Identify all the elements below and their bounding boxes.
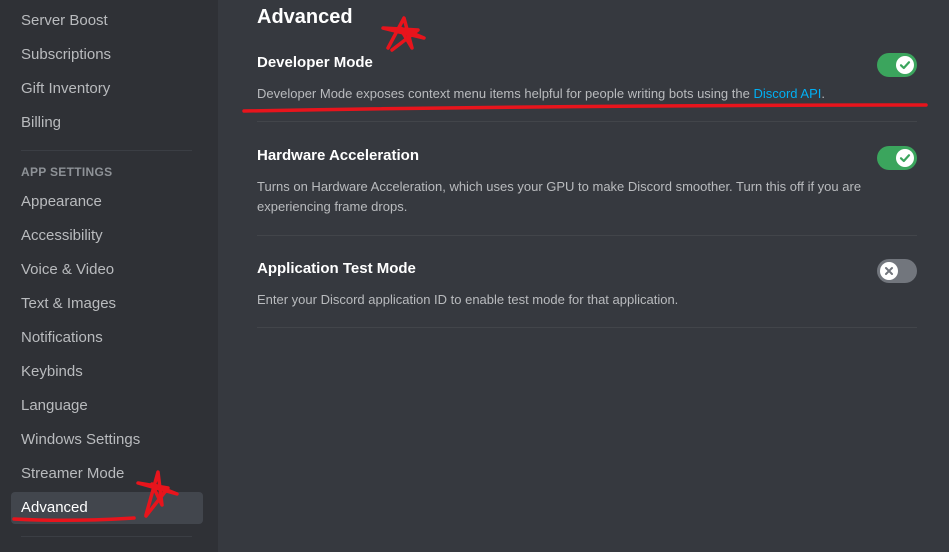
setting-divider bbox=[257, 327, 917, 328]
page-title: Advanced bbox=[257, 6, 353, 28]
discord-api-link[interactable]: Discord API bbox=[753, 86, 821, 101]
toggle-knob bbox=[896, 56, 914, 74]
close-icon bbox=[885, 267, 893, 275]
sidebar-item-server-boost[interactable]: Server Boost bbox=[11, 5, 203, 37]
developer-mode-toggle[interactable] bbox=[877, 53, 917, 77]
sidebar-item-notifications[interactable]: Notifications bbox=[11, 322, 203, 354]
sidebar-item-billing[interactable]: Billing bbox=[11, 107, 203, 139]
sidebar-section-header: APP SETTINGS bbox=[21, 165, 113, 179]
hardware-acceleration-toggle[interactable] bbox=[877, 146, 917, 170]
description-text: Developer Mode exposes context menu item… bbox=[257, 86, 754, 101]
setting-description: Turns on Hardware Acceleration, which us… bbox=[257, 179, 862, 214]
settings-sidebar: Server Boost Subscriptions Gift Inventor… bbox=[0, 0, 218, 552]
setting-description: Developer Mode exposes context menu item… bbox=[257, 84, 877, 104]
setting-title: Developer Mode bbox=[257, 54, 373, 71]
setting-divider bbox=[257, 121, 917, 122]
sidebar-item-advanced[interactable]: Advanced bbox=[11, 492, 203, 524]
setting-divider bbox=[257, 235, 917, 236]
sidebar-item-appearance[interactable]: Appearance bbox=[11, 186, 203, 218]
sidebar-divider bbox=[21, 150, 192, 151]
sidebar-item-text-images[interactable]: Text & Images bbox=[11, 288, 203, 320]
sidebar-item-accessibility[interactable]: Accessibility bbox=[11, 220, 203, 252]
sidebar-item-subscriptions[interactable]: Subscriptions bbox=[11, 39, 203, 71]
sidebar-item-streamer-mode[interactable]: Streamer Mode bbox=[11, 458, 203, 490]
sidebar-item-windows-settings[interactable]: Windows Settings bbox=[11, 424, 203, 456]
description-suffix: . bbox=[821, 86, 825, 101]
check-icon bbox=[899, 61, 911, 70]
toggle-knob bbox=[880, 262, 898, 280]
toggle-knob bbox=[896, 149, 914, 167]
settings-content: Advanced Developer Mode Developer Mode e… bbox=[218, 0, 949, 552]
settings-window: Server Boost Subscriptions Gift Inventor… bbox=[0, 0, 949, 552]
sidebar-item-voice-video[interactable]: Voice & Video bbox=[11, 254, 203, 286]
application-test-mode-toggle[interactable] bbox=[877, 259, 917, 283]
sidebar-divider bbox=[21, 536, 192, 537]
sidebar-item-language[interactable]: Language bbox=[11, 390, 203, 422]
sidebar-item-gift-inventory[interactable]: Gift Inventory bbox=[11, 73, 203, 105]
sidebar-item-keybinds[interactable]: Keybinds bbox=[11, 356, 203, 388]
setting-title: Hardware Acceleration bbox=[257, 147, 420, 164]
setting-title: Application Test Mode bbox=[257, 260, 416, 277]
setting-description: Enter your Discord application ID to ena… bbox=[257, 292, 679, 307]
check-icon bbox=[899, 154, 911, 163]
